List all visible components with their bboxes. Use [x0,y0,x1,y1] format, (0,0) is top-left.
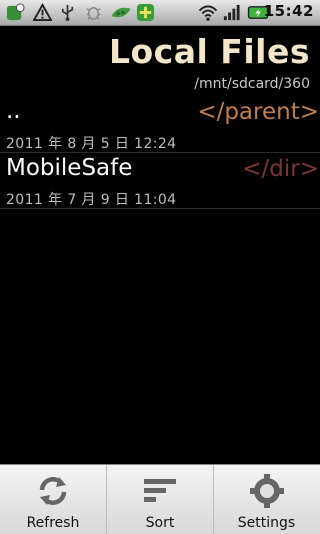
clock: 15:42 [263,2,314,20]
app-badge-icon [6,3,25,21]
page-title: Local Files [108,32,310,71]
bottom-toolbar: Refresh Sort Settings [0,464,320,534]
refresh-icon [39,477,67,505]
signal-icon [223,4,240,21]
usb-icon [61,4,74,22]
gear-icon [249,474,284,508]
item-type-tag: </parent> [197,99,319,125]
settings-label: Settings [237,515,296,531]
item-name: .. [6,98,21,124]
wifi-icon [198,5,218,21]
item-date: 2011 年 7 月 9 日 11:04 [6,192,177,208]
status-bar: 15:42 [0,0,320,26]
item-date: 2011 年 8 月 5 日 12:24 [6,136,177,152]
list-item-parent[interactable]: .. </parent> 2011 年 8 月 5 日 12:24 [0,96,320,153]
sort-label: Sort [145,515,175,531]
sort-icon [144,479,176,502]
refresh-label: Refresh [26,515,80,531]
plus-badge-icon [136,3,155,22]
peapod-icon [111,7,131,18]
current-path: /mnt/sdcard/360 [194,76,310,92]
settings-button[interactable]: Settings [213,465,320,534]
sort-button[interactable]: Sort [107,465,214,534]
bug-icon [86,7,101,20]
item-type-tag: </dir> [242,156,319,182]
refresh-button[interactable]: Refresh [0,465,107,534]
list-item-folder[interactable]: MobileSafe </dir> 2011 年 7 月 9 日 11:04 [0,152,320,209]
warning-icon [33,3,52,22]
item-name: MobileSafe [6,155,133,181]
